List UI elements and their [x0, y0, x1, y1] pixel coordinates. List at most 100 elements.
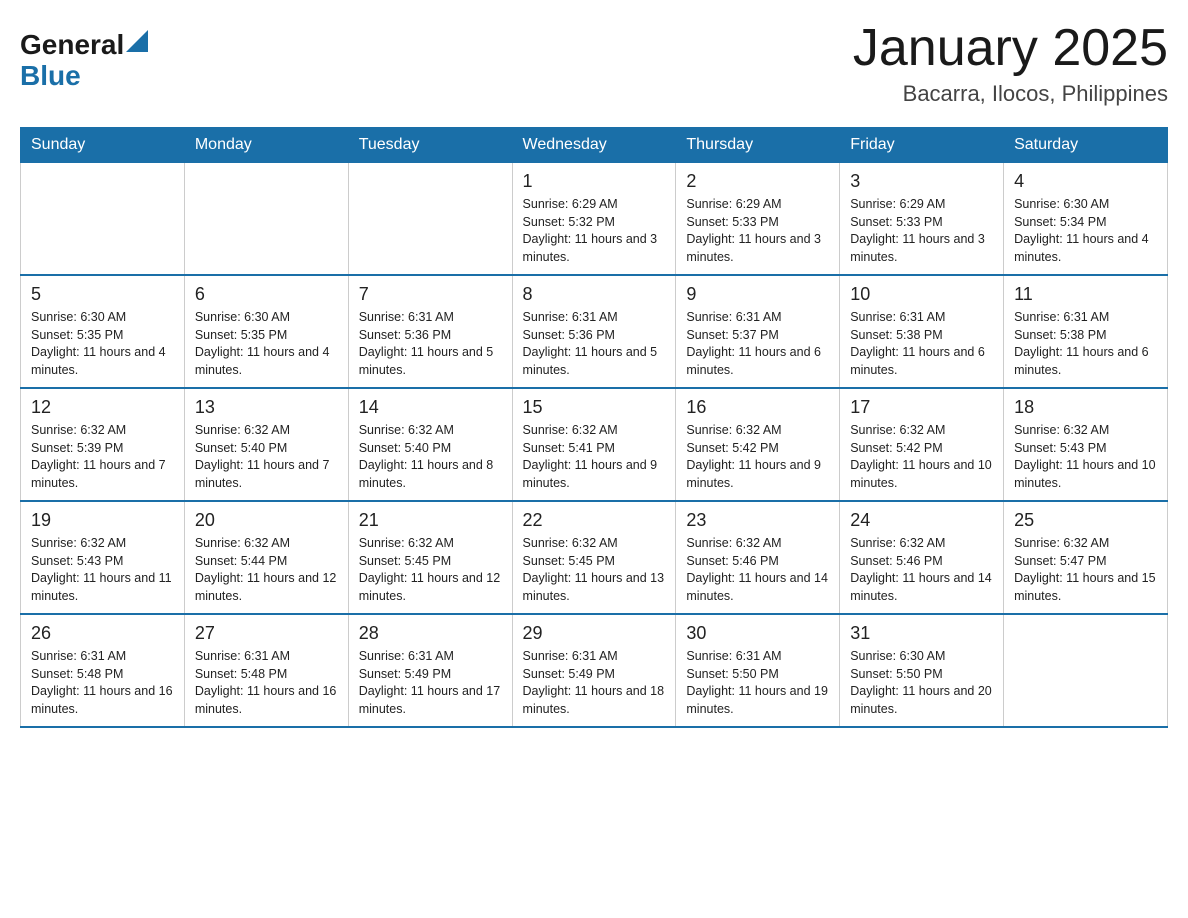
day-info: Sunrise: 6:31 AM Sunset: 5:38 PM Dayligh…: [850, 309, 993, 379]
day-cell: 27 Sunrise: 6:31 AM Sunset: 5:48 PM Dayli…: [184, 614, 348, 727]
header-thursday: Thursday: [676, 128, 840, 163]
day-number: 14: [359, 397, 502, 418]
week-row-3: 12Sunrise: 6:32 AM Sunset: 5:39 PM Dayli…: [21, 388, 1168, 501]
day-info: Sunrise: 6:32 AM Sunset: 5:40 PM Dayligh…: [195, 422, 338, 492]
day-info: Sunrise: 6:29 AM Sunset: 5:33 PM Dayligh…: [850, 196, 993, 266]
day-number: 31: [850, 623, 993, 644]
day-cell: 9Sunrise: 6:31 AM Sunset: 5:37 PM Daylig…: [676, 275, 840, 388]
day-info: Sunrise: 6:32 AM Sunset: 5:40 PM Dayligh…: [359, 422, 502, 492]
header-saturday: Saturday: [1004, 128, 1168, 163]
header-friday: Friday: [840, 128, 1004, 163]
day-cell: [184, 163, 348, 276]
day-info: Sunrise: 6:32 AM Sunset: 5:47 PM Dayligh…: [1014, 535, 1157, 605]
day-number: 3: [850, 171, 993, 192]
calendar-table: SundayMondayTuesdayWednesdayThursdayFrid…: [20, 127, 1168, 728]
logo-general-text: General: [20, 30, 124, 61]
day-info: Sunrise: 6:31 AM Sunset: 5:38 PM Dayligh…: [1014, 309, 1157, 379]
day-number: 17: [850, 397, 993, 418]
day-cell: 22 Sunrise: 6:32 AM Sunset: 5:45 PM Dayli…: [512, 501, 676, 614]
day-cell: 30Sunrise: 6:31 AM Sunset: 5:50 PM Dayli…: [676, 614, 840, 727]
day-number: 4: [1014, 171, 1157, 192]
page-header: General Blue January 2025 Bacarra, Iloco…: [20, 20, 1168, 107]
title-block: January 2025 Bacarra, Ilocos, Philippine…: [853, 20, 1168, 107]
day-info: Sunrise: 6:32 AM Sunset: 5:44 PM Dayligh…: [195, 535, 338, 605]
day-number: 26: [31, 623, 174, 644]
day-number: 1: [523, 171, 666, 192]
day-info: Sunrise: 6:30 AM Sunset: 5:34 PM Dayligh…: [1014, 196, 1157, 266]
day-info: Sunrise: 6:32 AM Sunset: 5:42 PM Dayligh…: [686, 422, 829, 492]
day-info: Sunrise: 6:32 AM Sunset: 5:41 PM Dayligh…: [523, 422, 666, 492]
day-cell: 3 Sunrise: 6:29 AM Sunset: 5:33 PM Daylig…: [840, 163, 1004, 276]
day-info: Sunrise: 6:32 AM Sunset: 5:46 PM Dayligh…: [850, 535, 993, 605]
day-info: Sunrise: 6:31 AM Sunset: 5:48 PM Dayligh…: [195, 648, 338, 718]
day-number: 9: [686, 284, 829, 305]
header-tuesday: Tuesday: [348, 128, 512, 163]
day-number: 20: [195, 510, 338, 531]
logo: General Blue: [20, 30, 148, 92]
day-cell: 15 Sunrise: 6:32 AM Sunset: 5:41 PM Dayli…: [512, 388, 676, 501]
day-info: Sunrise: 6:31 AM Sunset: 5:49 PM Dayligh…: [523, 648, 666, 718]
calendar-header-row: SundayMondayTuesdayWednesdayThursdayFrid…: [21, 128, 1168, 163]
day-number: 21: [359, 510, 502, 531]
day-info: Sunrise: 6:31 AM Sunset: 5:49 PM Dayligh…: [359, 648, 502, 718]
day-number: 19: [31, 510, 174, 531]
day-cell: 25 Sunrise: 6:32 AM Sunset: 5:47 PM Dayli…: [1004, 501, 1168, 614]
header-wednesday: Wednesday: [512, 128, 676, 163]
day-cell: 12Sunrise: 6:32 AM Sunset: 5:39 PM Dayli…: [21, 388, 185, 501]
week-row-2: 5 Sunrise: 6:30 AM Sunset: 5:35 PM Daylig…: [21, 275, 1168, 388]
day-info: Sunrise: 6:32 AM Sunset: 5:45 PM Dayligh…: [523, 535, 666, 605]
day-info: Sunrise: 6:32 AM Sunset: 5:42 PM Dayligh…: [850, 422, 993, 492]
day-cell: 5Sunrise: 6:30 AM Sunset: 5:35 PM Daylig…: [21, 275, 185, 388]
day-number: 7: [359, 284, 502, 305]
day-cell: 18Sunrise: 6:32 AM Sunset: 5:43 PM Dayli…: [1004, 388, 1168, 501]
day-cell: 26 Sunrise: 6:31 AM Sunset: 5:48 PM Dayli…: [21, 614, 185, 727]
day-cell: [348, 163, 512, 276]
day-cell: 19Sunrise: 6:32 AM Sunset: 5:43 PM Dayli…: [21, 501, 185, 614]
day-number: 5: [31, 284, 174, 305]
day-cell: 6Sunrise: 6:30 AM Sunset: 5:35 PM Daylig…: [184, 275, 348, 388]
day-number: 15: [523, 397, 666, 418]
day-cell: 29 Sunrise: 6:31 AM Sunset: 5:49 PM Dayli…: [512, 614, 676, 727]
day-cell: 13Sunrise: 6:32 AM Sunset: 5:40 PM Dayli…: [184, 388, 348, 501]
day-info: Sunrise: 6:31 AM Sunset: 5:36 PM Dayligh…: [359, 309, 502, 379]
day-info: Sunrise: 6:32 AM Sunset: 5:39 PM Dayligh…: [31, 422, 174, 492]
week-row-1: 1 Sunrise: 6:29 AM Sunset: 5:32 PM Daylig…: [21, 163, 1168, 276]
day-number: 23: [686, 510, 829, 531]
logo-blue-text: Blue: [20, 61, 148, 92]
day-number: 22: [523, 510, 666, 531]
day-info: Sunrise: 6:29 AM Sunset: 5:32 PM Dayligh…: [523, 196, 666, 266]
day-cell: 7 Sunrise: 6:31 AM Sunset: 5:36 PM Daylig…: [348, 275, 512, 388]
day-info: Sunrise: 6:30 AM Sunset: 5:35 PM Dayligh…: [195, 309, 338, 379]
day-cell: 2 Sunrise: 6:29 AM Sunset: 5:33 PM Daylig…: [676, 163, 840, 276]
day-cell: 21 Sunrise: 6:32 AM Sunset: 5:45 PM Dayli…: [348, 501, 512, 614]
day-number: 16: [686, 397, 829, 418]
day-number: 18: [1014, 397, 1157, 418]
week-row-4: 19Sunrise: 6:32 AM Sunset: 5:43 PM Dayli…: [21, 501, 1168, 614]
day-cell: 16 Sunrise: 6:32 AM Sunset: 5:42 PM Dayli…: [676, 388, 840, 501]
day-info: Sunrise: 6:30 AM Sunset: 5:50 PM Dayligh…: [850, 648, 993, 718]
header-sunday: Sunday: [21, 128, 185, 163]
day-cell: 4 Sunrise: 6:30 AM Sunset: 5:34 PM Daylig…: [1004, 163, 1168, 276]
day-cell: 31 Sunrise: 6:30 AM Sunset: 5:50 PM Dayli…: [840, 614, 1004, 727]
day-info: Sunrise: 6:32 AM Sunset: 5:46 PM Dayligh…: [686, 535, 829, 605]
day-cell: 8Sunrise: 6:31 AM Sunset: 5:36 PM Daylig…: [512, 275, 676, 388]
day-info: Sunrise: 6:32 AM Sunset: 5:45 PM Dayligh…: [359, 535, 502, 605]
day-cell: [21, 163, 185, 276]
day-number: 29: [523, 623, 666, 644]
day-number: 11: [1014, 284, 1157, 305]
day-number: 27: [195, 623, 338, 644]
day-cell: 24Sunrise: 6:32 AM Sunset: 5:46 PM Dayli…: [840, 501, 1004, 614]
day-cell: 1 Sunrise: 6:29 AM Sunset: 5:32 PM Daylig…: [512, 163, 676, 276]
calendar-title: January 2025: [853, 20, 1168, 77]
day-number: 28: [359, 623, 502, 644]
day-number: 10: [850, 284, 993, 305]
day-number: 2: [686, 171, 829, 192]
day-cell: 28 Sunrise: 6:31 AM Sunset: 5:49 PM Dayli…: [348, 614, 512, 727]
day-info: Sunrise: 6:31 AM Sunset: 5:48 PM Dayligh…: [31, 648, 174, 718]
day-number: 25: [1014, 510, 1157, 531]
calendar-subtitle: Bacarra, Ilocos, Philippines: [853, 81, 1168, 107]
day-info: Sunrise: 6:29 AM Sunset: 5:33 PM Dayligh…: [686, 196, 829, 266]
day-number: 8: [523, 284, 666, 305]
logo-triangle-icon: [126, 30, 148, 52]
day-info: Sunrise: 6:31 AM Sunset: 5:50 PM Dayligh…: [686, 648, 829, 718]
